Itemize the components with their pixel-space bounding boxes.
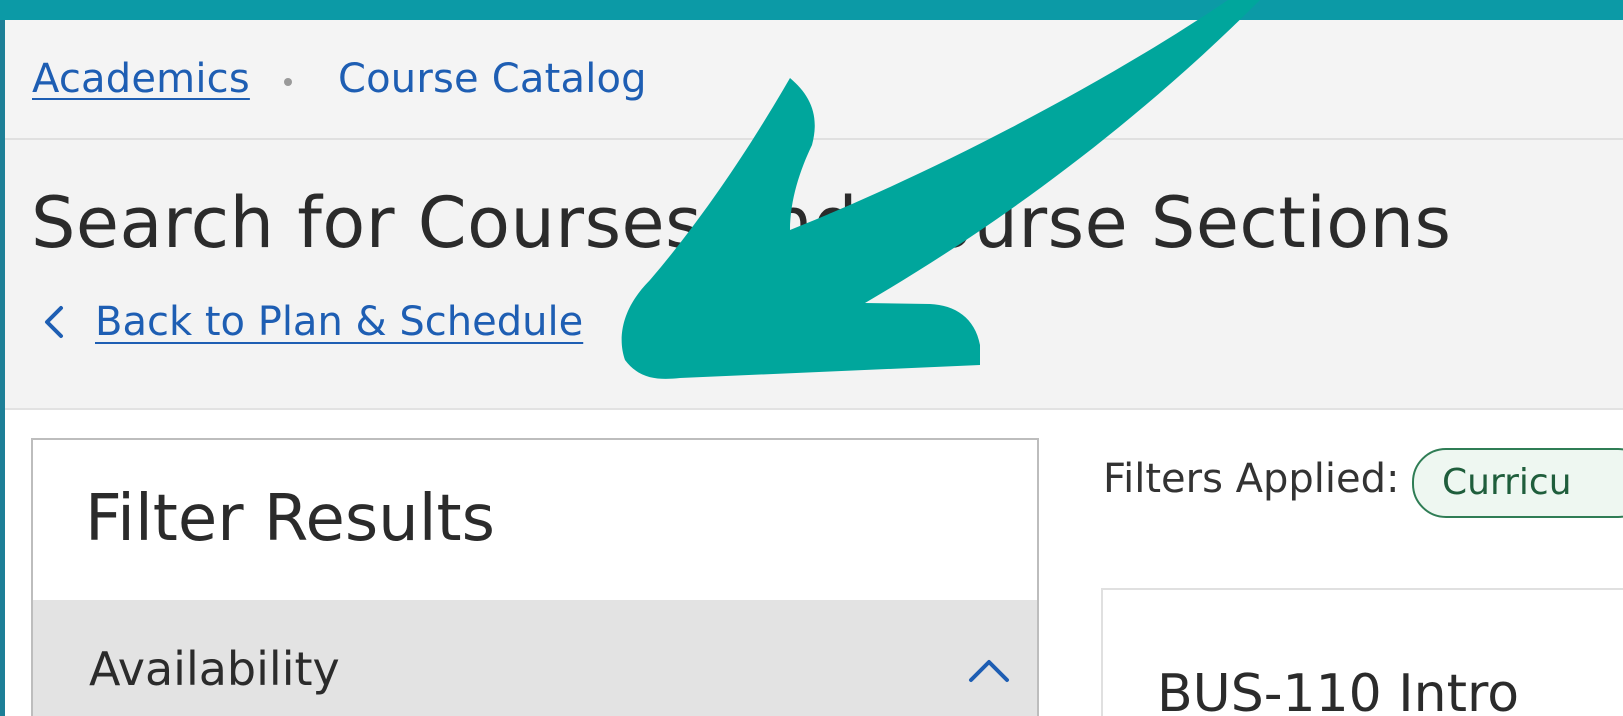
course-title[interactable]: BUS-110 Intro [1157,664,1519,716]
filters-applied-label: Filters Applied: [1103,456,1400,502]
filter-section-label: Availability [89,642,340,696]
app-page: Academics Course Catalog Search for Cour… [5,20,1623,716]
breadcrumb-separator [284,78,292,86]
applied-filter-chip[interactable]: Curricu [1412,448,1623,518]
breadcrumb: Academics Course Catalog [5,20,1623,140]
chevron-left-icon [45,306,63,338]
breadcrumb-academics-link[interactable]: Academics [32,56,250,102]
filter-section-availability[interactable]: Availability [33,600,1037,716]
back-link-label: Back to Plan & Schedule [95,299,584,345]
filter-panel: Filter Results Availability [31,438,1039,716]
page-header: Search for Courses and Course Sections B… [5,140,1623,410]
breadcrumb-course-catalog: Course Catalog [338,56,647,102]
page-title: Search for Courses and Course Sections [31,182,1452,264]
chevron-up-icon[interactable] [967,656,1011,686]
filter-panel-title: Filter Results [85,482,495,556]
top-accent-stripe [0,0,1623,20]
back-to-plan-schedule-link[interactable]: Back to Plan & Schedule [39,292,583,352]
course-result-card[interactable]: BUS-110 Intro [1101,588,1623,716]
